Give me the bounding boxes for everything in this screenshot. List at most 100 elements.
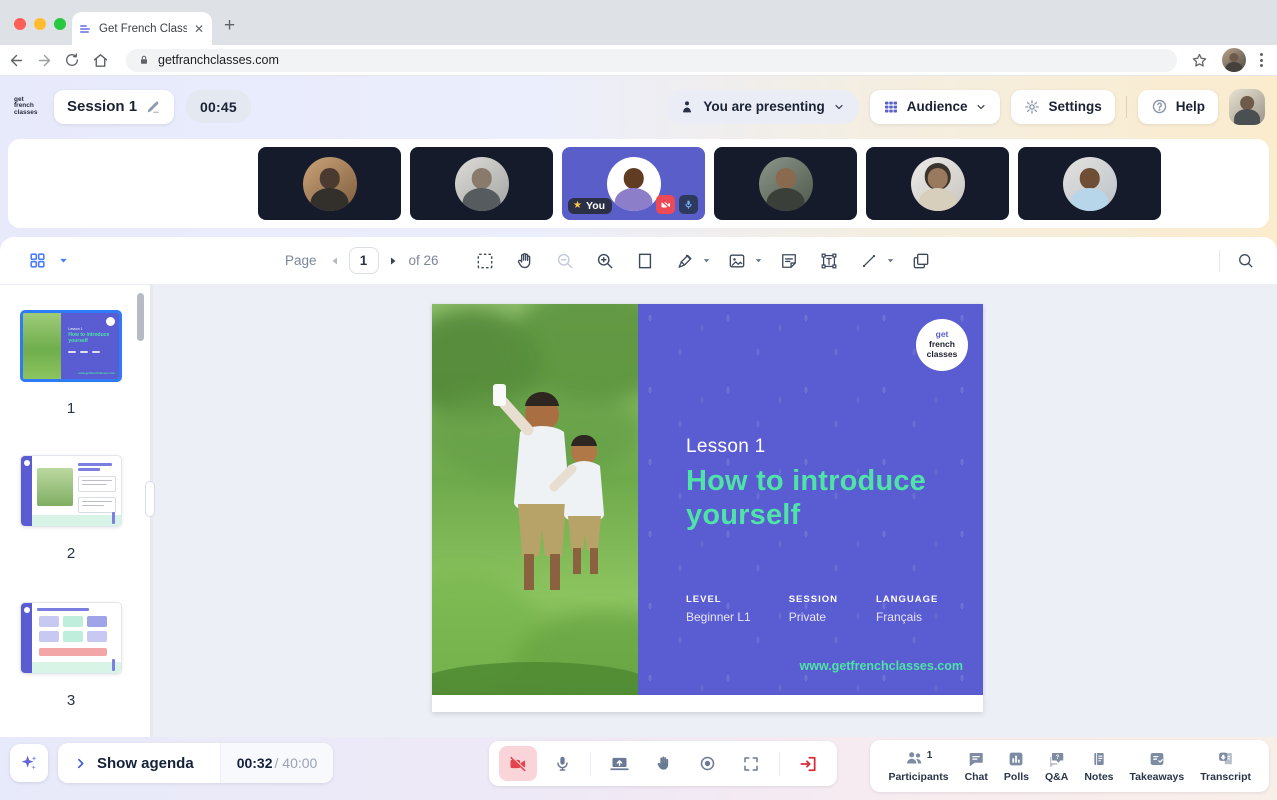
grid-view-chevron-icon[interactable] <box>57 254 70 267</box>
slide-thumbnail-1[interactable]: Lesson 1 How to introduce yourself www.g… <box>20 310 122 382</box>
header-divider <box>1126 96 1127 118</box>
tab-title: Get French Classes <box>99 23 187 35</box>
takeaways-panel-button[interactable]: Takeaways <box>1122 750 1193 783</box>
page-total: of 26 <box>409 253 439 268</box>
chevron-right-icon <box>74 757 87 770</box>
image-chevron-icon[interactable] <box>751 255 767 266</box>
page-number-input[interactable]: 1 <box>349 247 379 274</box>
presenter-icon <box>679 99 695 115</box>
leave-session-button[interactable] <box>789 746 827 781</box>
qa-icon: ? <box>1047 750 1066 768</box>
participant-avatar <box>455 157 509 211</box>
camera-toggle-button[interactable] <box>499 746 537 781</box>
minimize-window-button[interactable] <box>34 18 46 30</box>
browser-urlbar: getfranchclasses.com <box>0 45 1277 76</box>
browser-titlebar: Get French Classes ✕ + <box>0 0 1277 45</box>
participant-avatar <box>1063 157 1117 211</box>
thumb1-logo <box>106 317 115 326</box>
slide-content: getfrenchclasses Lesson 1 How to introdu… <box>638 304 983 695</box>
ai-sparkle-button[interactable] <box>10 744 48 782</box>
bookmark-star-icon[interactable] <box>1191 52 1208 69</box>
chat-panel-button[interactable]: Chat <box>957 750 996 783</box>
participant-tile[interactable] <box>1018 147 1161 220</box>
record-button[interactable] <box>688 746 726 781</box>
page-label: Page <box>285 253 317 268</box>
frame-tool[interactable] <box>625 241 665 281</box>
maximize-window-button[interactable] <box>54 18 66 30</box>
participant-tile-you[interactable]: ★ You <box>562 147 705 220</box>
text-box-tool[interactable] <box>809 241 849 281</box>
pan-hand-tool[interactable] <box>505 241 545 281</box>
session-elapsed-timer: 00:45 <box>186 90 251 123</box>
window-controls[interactable] <box>14 18 66 30</box>
current-slide[interactable]: getfrenchclasses Lesson 1 How to introdu… <box>432 304 983 695</box>
participants-icon <box>905 750 924 766</box>
search-icon[interactable] <box>1236 251 1255 270</box>
close-tab-icon[interactable]: ✕ <box>194 23 204 35</box>
controls-divider <box>590 752 591 776</box>
home-icon[interactable] <box>92 52 120 69</box>
show-agenda-button[interactable]: Show agenda 00:32 / 40:00 <box>58 743 333 783</box>
participant-tile[interactable] <box>714 147 857 220</box>
mic-on-badge-icon <box>679 195 698 214</box>
forward-icon[interactable] <box>36 52 64 69</box>
zoom-in-tool[interactable] <box>585 241 625 281</box>
qa-panel-button[interactable]: ? Q&A <box>1037 750 1076 783</box>
raise-hand-button[interactable] <box>644 746 682 781</box>
polls-icon <box>1007 750 1025 768</box>
participant-tile[interactable] <box>866 147 1009 220</box>
back-icon[interactable] <box>8 52 36 69</box>
browser-profile-avatar[interactable] <box>1222 48 1246 72</box>
tab-favicon-icon <box>80 23 92 35</box>
slide-thumbnail-3[interactable] <box>20 602 122 674</box>
presenting-dropdown[interactable]: You are presenting <box>665 90 858 124</box>
polls-panel-button[interactable]: Polls <box>996 750 1037 783</box>
slide-toolbar: Page 1 of 26 <box>0 237 1277 285</box>
slide-logo: getfrenchclasses <box>916 319 968 371</box>
grid-view-icon[interactable] <box>28 251 47 270</box>
sidebar-scrollbar[interactable] <box>137 293 144 341</box>
app-logo: getfrenchclasses <box>14 97 44 117</box>
reload-icon[interactable] <box>64 52 92 68</box>
duplicate-page-tool[interactable] <box>901 241 941 281</box>
browser-tab[interactable]: Get French Classes ✕ <box>72 12 212 45</box>
browser-menu-icon[interactable] <box>1260 53 1263 67</box>
settings-button[interactable]: Settings <box>1011 90 1114 124</box>
you-badge: ★ You <box>568 198 612 214</box>
close-window-button[interactable] <box>14 18 26 30</box>
zoom-out-tool[interactable] <box>545 241 585 281</box>
session-title: Session 1 <box>67 98 137 115</box>
help-button[interactable]: Help <box>1138 90 1218 124</box>
line-chevron-icon[interactable] <box>883 255 899 266</box>
notes-panel-button[interactable]: Notes <box>1076 750 1121 783</box>
highlighter-chevron-icon[interactable] <box>699 255 715 266</box>
sidebar-resize-handle[interactable] <box>145 481 155 517</box>
participant-tile[interactable] <box>258 147 401 220</box>
sticky-note-tool[interactable] <box>769 241 809 281</box>
edit-pencil-icon[interactable] <box>145 99 161 115</box>
audience-dropdown[interactable]: Audience <box>870 90 1001 124</box>
select-marquee-tool[interactable] <box>465 241 505 281</box>
page-next-icon[interactable] <box>387 255 399 267</box>
chevron-down-icon <box>833 101 845 113</box>
participant-avatar <box>607 157 661 211</box>
slide-thumbnail-2[interactable] <box>20 455 122 527</box>
screen-share-button[interactable] <box>600 746 638 781</box>
url-bar[interactable]: getfranchclasses.com <box>126 49 1177 72</box>
thumbnail-number: 1 <box>20 400 122 417</box>
fullscreen-button[interactable] <box>732 746 770 781</box>
participant-tile[interactable] <box>410 147 553 220</box>
transcript-panel-button[interactable]: Transcript <box>1192 750 1259 783</box>
participant-avatar <box>303 157 357 211</box>
participants-panel-button[interactable]: 1 Participants <box>880 750 956 783</box>
page-prev-icon[interactable] <box>329 255 341 267</box>
audience-grid-icon <box>883 99 899 115</box>
screen: Get French Classes ✕ + getfranchclasses.… <box>0 0 1277 800</box>
mic-toggle-button[interactable] <box>543 746 581 781</box>
session-name-button[interactable]: Session 1 <box>54 90 174 124</box>
chat-icon <box>967 750 985 768</box>
user-avatar[interactable] <box>1229 89 1265 125</box>
host-star-icon: ★ <box>573 201 582 211</box>
new-tab-button[interactable]: + <box>224 16 235 35</box>
url-text: getfranchclasses.com <box>158 53 279 67</box>
